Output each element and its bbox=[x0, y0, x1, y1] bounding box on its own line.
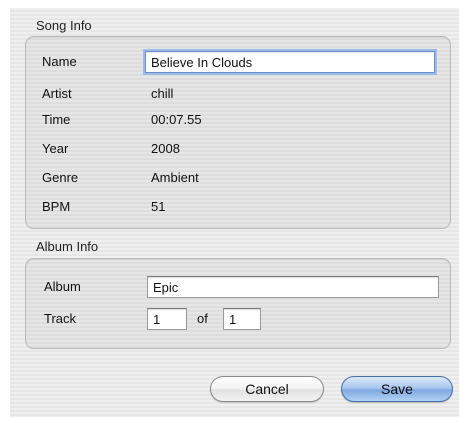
album-field[interactable] bbox=[147, 276, 439, 298]
track-total-field[interactable] bbox=[223, 308, 261, 330]
track-of-label: of bbox=[197, 311, 208, 326]
time-row: Time 00:07.55 bbox=[26, 109, 450, 131]
track-number-field[interactable] bbox=[147, 308, 187, 330]
time-label: Time bbox=[42, 112, 71, 127]
song-info-dialog: Song Info Name Artist chill Time 00:07.5… bbox=[10, 8, 459, 417]
bpm-row: BPM 51 bbox=[26, 196, 450, 218]
bpm-value: 51 bbox=[151, 199, 166, 214]
song-info-title: Song Info bbox=[36, 18, 92, 33]
genre-label: Genre bbox=[42, 170, 79, 185]
album-info-title: Album Info bbox=[36, 239, 99, 254]
name-field[interactable] bbox=[145, 51, 435, 73]
year-row: Year 2008 bbox=[26, 138, 450, 160]
track-label: Track bbox=[44, 311, 77, 326]
genre-row: Genre Ambient bbox=[26, 167, 450, 189]
time-value: 00:07.55 bbox=[151, 112, 202, 127]
artist-label: Artist bbox=[42, 86, 72, 101]
track-row: Track of bbox=[26, 308, 450, 330]
year-value: 2008 bbox=[151, 141, 180, 156]
genre-value: Ambient bbox=[151, 170, 199, 185]
album-row: Album bbox=[26, 276, 450, 298]
cancel-button[interactable]: Cancel bbox=[210, 376, 324, 402]
artist-value: chill bbox=[151, 86, 174, 101]
save-button[interactable]: Save bbox=[341, 376, 453, 402]
album-label: Album bbox=[44, 279, 81, 294]
name-label: Name bbox=[42, 54, 77, 69]
name-row: Name bbox=[26, 51, 450, 73]
artist-row: Artist chill bbox=[26, 83, 450, 105]
bpm-label: BPM bbox=[42, 199, 71, 214]
year-label: Year bbox=[42, 141, 69, 156]
album-info-group: Album Track of bbox=[25, 258, 451, 349]
song-info-group: Name Artist chill Time 00:07.55 Year 200… bbox=[25, 36, 451, 229]
